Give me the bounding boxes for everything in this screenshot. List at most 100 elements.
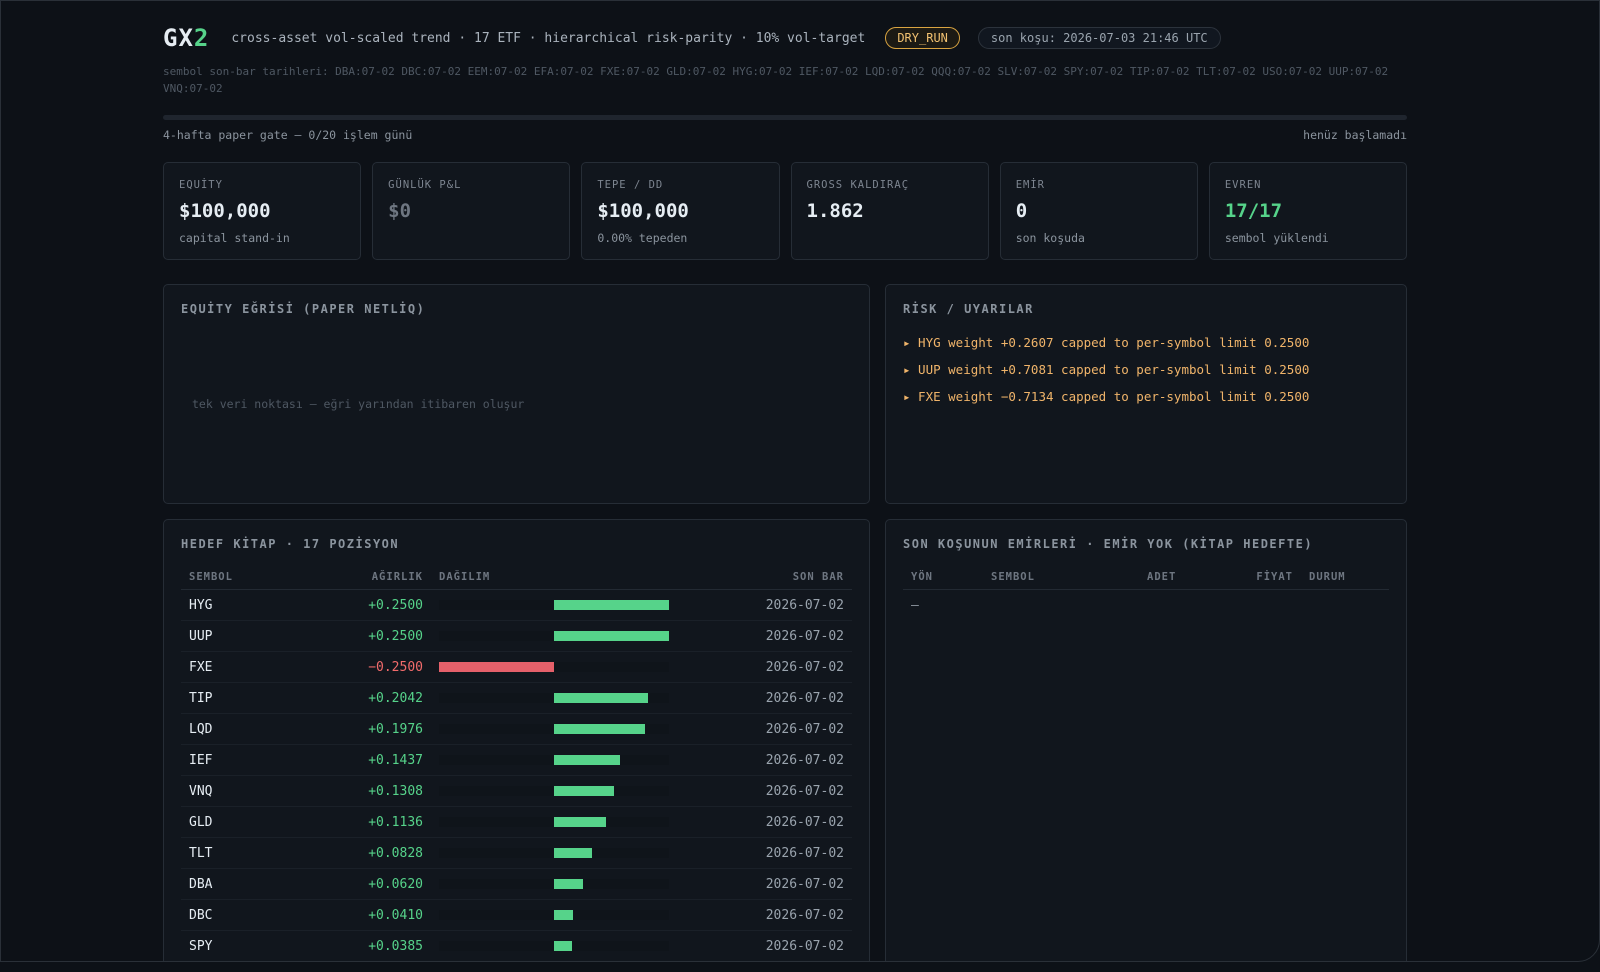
orders-table: YÖN SEMBOL ADET FİYAT DURUM —	[903, 565, 1389, 620]
row-distribution	[431, 682, 677, 714]
card-sub: capital stand-in	[179, 231, 290, 245]
table-row[interactable]: HYG +0.2500 2026-07-02	[181, 589, 852, 621]
row-last-bar: 2026-07-02	[677, 930, 852, 961]
row-symbol: GLD	[181, 806, 347, 838]
table-row[interactable]: DBA +0.0620 2026-07-02	[181, 868, 852, 900]
table-header-row: SEMBOL AĞIRLIK DAĞILIM SON BAR	[181, 565, 852, 590]
weight-bar-track	[439, 755, 669, 765]
row-distribution	[431, 775, 677, 807]
col-distribution[interactable]: DAĞILIM	[431, 565, 677, 590]
weight-bar-track	[439, 600, 669, 610]
row-distribution	[431, 651, 677, 683]
card-label: EVREN	[1224, 179, 1262, 191]
col-price[interactable]: FİYAT	[1225, 565, 1301, 590]
row-symbol: FXE	[181, 651, 347, 683]
app-window: GX2 cross-asset vol-scaled trend · 17 ET…	[0, 0, 1600, 962]
weight-bar	[554, 879, 583, 889]
col-weight[interactable]: AĞIRLIK	[347, 565, 431, 590]
row-symbol: DBC	[181, 899, 347, 931]
stat-cards: EQUİTY $100,000 capital stand-in GÜNLÜK …	[163, 162, 1408, 260]
row-symbol: HYG	[181, 589, 347, 621]
row-symbol: IEF	[181, 744, 347, 776]
weight-bar-track	[439, 724, 669, 734]
table-row[interactable]: LQD +0.1976 2026-07-02	[181, 713, 852, 745]
table-row[interactable]: IEF +0.1437 2026-07-02	[181, 744, 852, 776]
card-value: $0	[388, 200, 412, 222]
row-last-bar: 2026-07-02	[677, 651, 852, 683]
row-distribution	[431, 620, 677, 652]
row-distribution	[431, 589, 677, 621]
row-weight: +0.0828	[347, 837, 431, 869]
row-symbol: SPY	[181, 930, 347, 961]
col-side[interactable]: YÖN	[903, 565, 983, 590]
weight-bar	[554, 941, 572, 951]
table-row[interactable]: SPY +0.0385 2026-07-02	[181, 930, 852, 961]
header: GX2 cross-asset vol-scaled trend · 17 ET…	[163, 21, 1407, 55]
weight-bar-track	[439, 786, 669, 796]
row-distribution	[431, 868, 677, 900]
equity-curve-panel: EQUİTY EĞRİSİ (PAPER NETLİQ) tek veri no…	[163, 284, 870, 504]
table-row[interactable]: TIP +0.2042 2026-07-02	[181, 682, 852, 714]
weight-bar	[439, 662, 554, 672]
table-row: —	[903, 590, 1389, 621]
col-last-bar[interactable]: SON BAR	[677, 565, 852, 590]
gate-label: 4-hafta paper gate — 0/20 işlem günü	[163, 128, 413, 142]
row-last-bar: 2026-07-02	[677, 744, 852, 776]
table-row[interactable]: FXE −0.2500 2026-07-02	[181, 651, 852, 683]
table-row[interactable]: DBC +0.0410 2026-07-02	[181, 899, 852, 931]
warning-item: ▸ HYG weight +0.2607 capped to per-symbo…	[903, 335, 1310, 350]
weight-bar	[554, 786, 615, 796]
equity-empty-message: tek veri noktası — eğri yarından itibare…	[192, 397, 525, 411]
weight-bar-track	[439, 817, 669, 827]
table-row[interactable]: UUP +0.2500 2026-07-02	[181, 620, 852, 652]
card-label: EMİR	[1015, 179, 1045, 191]
row-weight: −0.2500	[347, 651, 431, 683]
table-row[interactable]: TLT +0.0828 2026-07-02	[181, 837, 852, 869]
row-symbol: TLT	[181, 837, 347, 869]
panel-title: HEDEF KİTAP · 17 POZİSYON	[181, 537, 400, 551]
row-weight: +0.0620	[347, 868, 431, 900]
gate-status: henüz başlamadı	[1303, 128, 1407, 142]
card-value: $100,000	[179, 200, 271, 222]
row-weight: +0.1136	[347, 806, 431, 838]
card-peak-dd: TEPE / DD $100,000 0.00% tepeden	[581, 162, 780, 260]
row-last-bar: 2026-07-02	[677, 589, 852, 621]
row-weight: +0.2500	[347, 620, 431, 652]
col-status[interactable]: DURUM	[1301, 565, 1389, 590]
warning-item: ▸ UUP weight +0.7081 capped to per-symbo…	[903, 362, 1310, 377]
weight-bar	[554, 910, 573, 920]
row-last-bar: 2026-07-02	[677, 868, 852, 900]
strategy-subtitle: cross-asset vol-scaled trend · 17 ETF · …	[231, 30, 866, 46]
row-symbol: TIP	[181, 682, 347, 714]
weight-bar-track	[439, 941, 669, 951]
card-value: $100,000	[597, 200, 689, 222]
row-distribution	[431, 713, 677, 745]
dashboard: GX2 cross-asset vol-scaled trend · 17 ET…	[163, 1, 1408, 961]
risk-panel: RİSK / UYARILAR ▸ HYG weight +0.2607 cap…	[885, 284, 1407, 504]
panel-title: EQUİTY EĞRİSİ (PAPER NETLİQ)	[181, 302, 426, 316]
weight-bar-track	[439, 662, 669, 672]
row-weight: +0.2042	[347, 682, 431, 714]
row-distribution	[431, 899, 677, 931]
table-row[interactable]: VNQ +0.1308 2026-07-02	[181, 775, 852, 807]
orders-empty: —	[911, 597, 919, 613]
weight-bar	[554, 600, 669, 610]
last-run-badge: son koşu: 2026-07-03 21:46 UTC	[977, 27, 1221, 49]
table-row[interactable]: GLD +0.1136 2026-07-02	[181, 806, 852, 838]
weight-bar-track	[439, 693, 669, 703]
weight-bar	[554, 755, 621, 765]
card-sub: 0.00% tepeden	[597, 231, 688, 245]
col-qty[interactable]: ADET	[1139, 565, 1225, 590]
row-symbol: UUP	[181, 620, 347, 652]
row-symbol: DBA	[181, 868, 347, 900]
warning-item: ▸ FXE weight −0.7134 capped to per-symbo…	[903, 389, 1310, 404]
weight-bar	[554, 631, 669, 641]
col-symbol[interactable]: SEMBOL	[983, 565, 1139, 590]
gate-progress-bar	[163, 115, 1407, 120]
card-sub: son koşuda	[1015, 231, 1085, 245]
card-value: 0	[1015, 200, 1028, 222]
col-symbol[interactable]: SEMBOL	[181, 565, 347, 590]
row-last-bar: 2026-07-02	[677, 775, 852, 807]
row-weight: +0.0410	[347, 899, 431, 931]
logo-main: GX	[163, 24, 194, 52]
